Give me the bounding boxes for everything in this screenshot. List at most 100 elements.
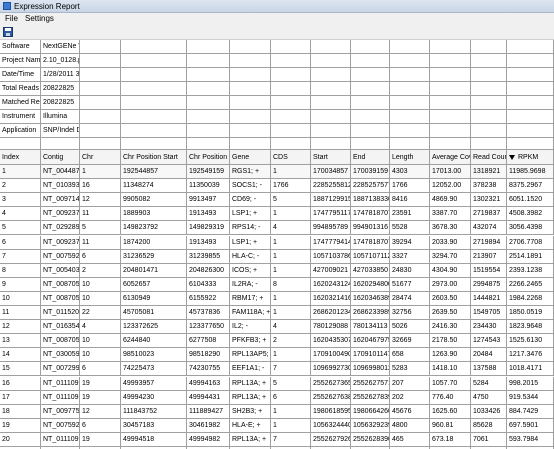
table-cell[interactable]: 45737836	[187, 306, 230, 321]
table-cell[interactable]: 1263.90	[430, 348, 471, 363]
table-cell[interactable]: 11	[0, 306, 41, 321]
table-cell[interactable]: RPL13AP5; -	[230, 348, 271, 363]
table-cell[interactable]: 49994431	[187, 390, 230, 405]
table-cell[interactable]: 51677	[390, 277, 430, 292]
table-cell[interactable]: 1620294800	[351, 277, 390, 292]
table-cell[interactable]: 12052.00	[430, 179, 471, 194]
table-cell[interactable]: 994901316	[351, 221, 390, 236]
table-cell[interactable]: 1850.0519	[507, 306, 554, 321]
table-cell[interactable]: 192549159	[187, 165, 230, 180]
table-cell[interactable]: 2285257577	[351, 179, 390, 194]
table-cell[interactable]: 1	[271, 165, 311, 180]
table-cell[interactable]: 234430	[471, 320, 507, 335]
table-cell[interactable]: 1033426	[471, 404, 507, 419]
table-cell[interactable]: 3	[0, 193, 41, 208]
table-cell[interactable]: NT_009775	[41, 404, 80, 419]
table-cell[interactable]: 170034857	[311, 165, 351, 180]
table-cell[interactable]: 49994982	[187, 432, 230, 447]
table-cell[interactable]: 1887129915	[311, 193, 351, 208]
table-cell[interactable]: 6130949	[121, 291, 187, 306]
table-cell[interactable]: 1766	[271, 179, 311, 194]
table-cell[interactable]: NT_010393	[41, 179, 80, 194]
table-cell[interactable]: RBM17; +	[230, 291, 271, 306]
table-cell[interactable]: 9905082	[121, 193, 187, 208]
table-cell[interactable]: 1766	[390, 179, 430, 194]
table-cell[interactable]: 593.7984	[507, 432, 554, 447]
table-cell[interactable]: 1549705	[471, 306, 507, 321]
table-cell[interactable]: 12	[80, 404, 121, 419]
table-cell[interactable]: 1913493	[187, 235, 230, 250]
table-cell[interactable]: NT_007592	[41, 249, 80, 264]
table-cell[interactable]: 6	[80, 362, 121, 377]
table-cell[interactable]: 45705081	[121, 306, 187, 321]
table-cell[interactable]: 3327	[390, 249, 430, 264]
table-cell[interactable]: 994895789	[311, 221, 351, 236]
table-cell[interactable]: 1	[0, 165, 41, 180]
table-cell[interactable]: 19	[80, 376, 121, 391]
menu-settings[interactable]: Settings	[25, 14, 54, 24]
table-cell[interactable]: 1318921	[471, 165, 507, 180]
table-cell[interactable]: 1418.10	[430, 362, 471, 377]
table-cell[interactable]: 1	[271, 404, 311, 419]
table-cell[interactable]: NT_008705	[41, 334, 80, 349]
column-header-read-counts[interactable]: Read Counts	[471, 150, 507, 165]
table-cell[interactable]: 427033850	[351, 263, 390, 278]
table-cell[interactable]: 4	[271, 221, 311, 236]
table-cell[interactable]: 11985.9698	[507, 165, 554, 180]
table-cell[interactable]: 5284	[471, 376, 507, 391]
table-cell[interactable]: 2416.30	[430, 320, 471, 335]
table-cell[interactable]: NT_030059	[41, 348, 80, 363]
table-cell[interactable]: 1302321	[471, 193, 507, 208]
report-grid[interactable]: Software NextGENe V Project Nam 2.10_0128.p…	[0, 40, 554, 449]
table-cell[interactable]: 207	[390, 376, 430, 391]
table-cell[interactable]: RGS1; +	[230, 165, 271, 180]
table-cell[interactable]: SOCS1; -	[230, 179, 271, 194]
table-cell[interactable]: 4304.90	[430, 263, 471, 278]
column-header-cds[interactable]: CDS	[271, 150, 311, 165]
table-cell[interactable]: 1	[271, 207, 311, 222]
table-cell[interactable]: 3387.70	[430, 207, 471, 222]
table-cell[interactable]: 170039159	[351, 165, 390, 180]
table-cell[interactable]: IL2RA; -	[230, 277, 271, 292]
table-cell[interactable]: 1980618595	[311, 404, 351, 419]
table-cell[interactable]: 14	[0, 348, 41, 363]
table-cell[interactable]: 2719894	[471, 235, 507, 250]
table-cell[interactable]: 111843752	[121, 404, 187, 419]
table-cell[interactable]: 11	[80, 207, 121, 222]
table-cell[interactable]: 98510023	[121, 348, 187, 363]
column-header-chr-position-start[interactable]: Chr Position Start	[121, 150, 187, 165]
table-cell[interactable]: PFKFB3; +	[230, 334, 271, 349]
table-cell[interactable]: 1096992730	[311, 362, 351, 377]
table-cell[interactable]: 85628	[471, 418, 507, 433]
table-cell[interactable]: 1874200	[121, 235, 187, 250]
table-cell[interactable]: 427009021	[311, 263, 351, 278]
table-cell[interactable]: 19	[80, 432, 121, 447]
table-cell[interactable]: 1	[271, 235, 311, 250]
table-cell[interactable]: 1	[80, 165, 121, 180]
table-cell[interactable]: 2686233989	[351, 306, 390, 321]
table-cell[interactable]: 1444821	[471, 291, 507, 306]
table-cell[interactable]: 149823792	[121, 221, 187, 236]
table-cell[interactable]: 8	[0, 263, 41, 278]
column-header-chr[interactable]: Chr	[80, 150, 121, 165]
table-cell[interactable]: 2393.1238	[507, 263, 554, 278]
table-cell[interactable]: EEF1A1; -	[230, 362, 271, 377]
table-cell[interactable]: 2719837	[471, 207, 507, 222]
table-cell[interactable]: 8375.2967	[507, 179, 554, 194]
table-cell[interactable]: RPL13A; +	[230, 376, 271, 391]
table-cell[interactable]: 3294.70	[430, 249, 471, 264]
table-cell[interactable]: 2	[0, 179, 41, 194]
table-cell[interactable]: 49993957	[121, 376, 187, 391]
table-cell[interactable]: 31239855	[187, 249, 230, 264]
table-cell[interactable]: 204801471	[121, 263, 187, 278]
table-cell[interactable]: 10	[80, 291, 121, 306]
table-cell[interactable]: 213907	[471, 249, 507, 264]
table-cell[interactable]: 32669	[390, 334, 430, 349]
table-cell[interactable]: 2603.50	[430, 291, 471, 306]
table-cell[interactable]: 202	[390, 390, 430, 405]
table-cell[interactable]: 1747818707	[351, 207, 390, 222]
table-cell[interactable]: 20	[0, 432, 41, 447]
table-cell[interactable]: 12	[0, 320, 41, 335]
table-cell[interactable]: 10	[80, 348, 121, 363]
table-cell[interactable]: 123377650	[187, 320, 230, 335]
